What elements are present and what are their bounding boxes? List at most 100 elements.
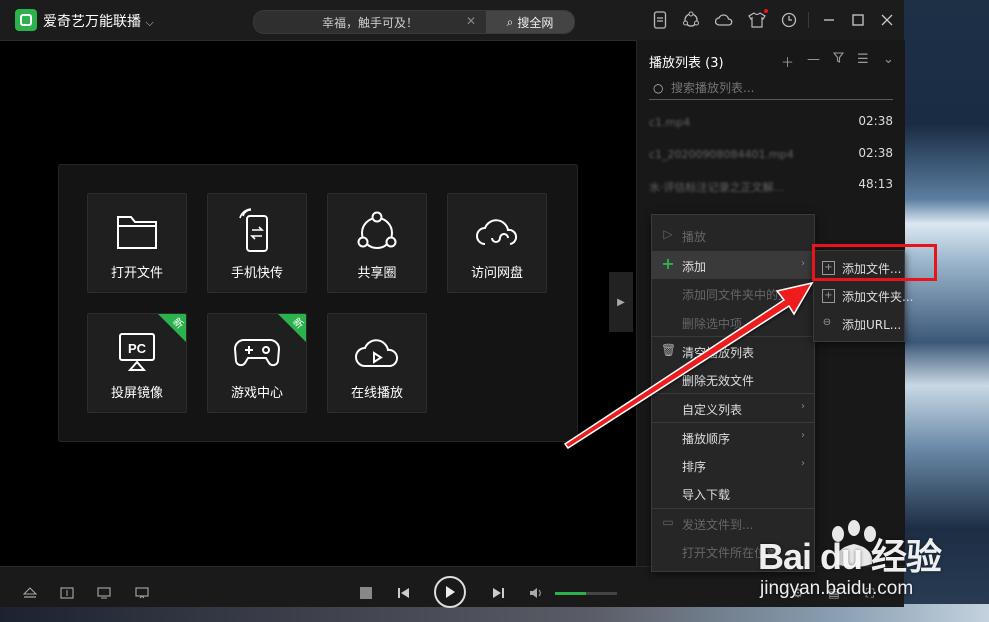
playlist-item[interactable]: c1.mp4 02:38 [649, 108, 893, 138]
add-icon[interactable]: ＋ [781, 52, 794, 71]
tile-label: 游戏中心 [230, 386, 283, 401]
cloud-play-icon [355, 339, 399, 367]
playlist-toggle-button[interactable]: ▶ [609, 272, 633, 332]
svg-text:PC: PC [128, 341, 147, 356]
tile-label: 访问网盘 [470, 266, 523, 281]
tile-open-file[interactable]: 打开文件 [87, 193, 187, 293]
baidu-jingyan-watermark: Bai du 经验 jingyan.baidu.com [752, 520, 982, 610]
cloud-drive-icon [476, 219, 518, 245]
submenu-item-add-url[interactable]: ⊖ 添加URL... [814, 309, 904, 337]
playlist-search-input[interactable] [671, 79, 886, 97]
share-circle-icon[interactable] [682, 11, 700, 29]
next-icon[interactable] [490, 586, 506, 600]
menu-item-play[interactable]: ▷ 播放 [652, 221, 814, 249]
stop-icon[interactable] [360, 587, 372, 599]
share-circle-icon [357, 211, 397, 249]
menu-item-label: 导入下载 [682, 488, 731, 502]
folder-icon [117, 216, 157, 249]
tile-phone-transfer[interactable]: 手机快传 [207, 193, 307, 293]
list-view-icon[interactable]: ☰ [857, 52, 869, 67]
phone-transfer-icon [239, 208, 268, 252]
volume-level [555, 592, 586, 595]
add-folder-icon: + [822, 289, 835, 303]
quick-start-panel: 打开文件 手机快传 共享圈 访问网盘 PC 新 投屏镜像 新 游戏中心 在线播放 [58, 164, 578, 442]
context-menu: ▷ 播放 + 添加 › 添加同文件夹中的文件 删除选中项 🗑 清空播放列表 删除… [651, 214, 815, 572]
play-circle-icon: ▷ [663, 227, 673, 241]
menu-item-label: 播放 [682, 230, 707, 244]
notification-dot [764, 9, 768, 13]
title-bar: 爱奇艺万能联播 ⌵ ✕ ⌕ 搜全网 [0, 0, 904, 41]
search-input[interactable] [254, 11, 486, 33]
menu-item-label: 发送文件到... [682, 518, 754, 532]
chevron-right-icon: › [801, 401, 805, 412]
playlist-item-name: 水·评估标注记录之正文解... [649, 181, 784, 194]
menu-item-clear-playlist[interactable]: 🗑 清空播放列表 [652, 337, 814, 365]
app-title-menu[interactable]: 爱奇艺万能联播 ⌵ [43, 11, 154, 31]
menu-item-add-same-folder[interactable]: 添加同文件夹中的文件 [652, 279, 814, 307]
cloud-icon[interactable] [715, 11, 733, 29]
tile-screen-cast[interactable]: PC 新 投屏镜像 [87, 313, 187, 413]
subtitle-icon[interactable] [59, 585, 75, 601]
toolbar-divider [808, 12, 809, 28]
volume-slider[interactable] [555, 592, 617, 595]
menu-item-label: 添加同文件夹中的文件 [682, 288, 803, 302]
annotation-highlight-box [812, 244, 937, 281]
menu-item-delete-invalid[interactable]: 删除无效文件 [652, 365, 814, 393]
watermark-url: jingyan.baidu.com [760, 578, 914, 599]
menu-item-add[interactable]: + 添加 › [652, 251, 814, 279]
screenshot-icon[interactable] [96, 585, 112, 601]
eject-icon[interactable] [22, 585, 38, 601]
menu-item-label: 删除无效文件 [682, 374, 755, 388]
maximize-icon[interactable] [849, 11, 867, 29]
cast-icon[interactable] [134, 585, 150, 601]
filter-icon[interactable] [832, 52, 845, 67]
trash-icon: 🗑 [661, 343, 677, 357]
play-icon [446, 586, 455, 598]
menu-item-delete-selected[interactable]: 删除选中项 [652, 308, 814, 336]
global-search: ✕ ⌕ 搜全网 [253, 10, 575, 34]
playlist-search: ○ [649, 77, 893, 100]
play-button[interactable] [434, 576, 466, 608]
playlist-item-name: c1.mp4 [649, 116, 691, 129]
clock-icon[interactable] [780, 11, 798, 29]
phone-sync-icon[interactable] [651, 11, 669, 29]
menu-item-custom-list[interactable]: 自定义列表 › [652, 394, 814, 422]
clear-icon[interactable]: ✕ [466, 14, 476, 28]
tile-label: 打开文件 [110, 266, 163, 281]
gamepad-icon [233, 339, 281, 367]
menu-item-play-order[interactable]: 播放顺序 › [652, 423, 814, 451]
app-title-text: 爱奇艺万能联播 [43, 14, 141, 30]
minimize-icon[interactable] [820, 11, 838, 29]
submenu-item-label: 添加文件夹... [842, 290, 914, 304]
chevron-down-icon: ⌵ [145, 16, 154, 29]
menu-item-import-downloads[interactable]: 导入下载 [652, 479, 814, 507]
previous-icon[interactable] [396, 586, 412, 600]
tile-share-circle[interactable]: 共享圈 [327, 193, 427, 293]
remove-icon[interactable]: — [807, 52, 820, 67]
chevron-right-icon: ▶ [617, 296, 625, 308]
search-button-label: 搜全网 [517, 15, 554, 30]
plus-icon: + [661, 254, 675, 273]
submenu-item-add-folder[interactable]: + 添加文件夹... [814, 281, 913, 309]
watermark-brand: Bai du 经验 [758, 536, 942, 577]
menu-item-label: 播放顺序 [682, 432, 731, 446]
tile-game-center[interactable]: 新 游戏中心 [207, 313, 307, 413]
chevron-right-icon: › [801, 430, 805, 441]
tile-label: 共享圈 [357, 266, 397, 281]
close-icon[interactable] [878, 11, 896, 29]
volume-icon[interactable] [528, 586, 544, 600]
pc-cast-icon: PC [119, 333, 155, 371]
playlist-item[interactable]: 水·评估标注记录之正文解... 48:13 [649, 171, 893, 201]
playlist-item-duration: 02:38 [858, 146, 893, 160]
chevron-right-icon: › [801, 258, 805, 269]
tile-label: 投屏镜像 [110, 386, 163, 401]
tile-cloud-drive[interactable]: 访问网盘 [447, 193, 547, 293]
tile-label: 手机快传 [230, 266, 283, 281]
tile-online-play[interactable]: 在线播放 [327, 313, 427, 413]
menu-item-sort[interactable]: 排序 › [652, 451, 814, 479]
playlist-item[interactable]: c1_20200908084401.mp4 02:38 [649, 140, 893, 170]
skin-shirt-icon[interactable] [748, 9, 768, 29]
search-all-button[interactable]: ⌕ 搜全网 [486, 11, 574, 33]
chevron-right-icon: › [801, 458, 805, 469]
collapse-icon[interactable]: ⌄ [883, 52, 894, 67]
